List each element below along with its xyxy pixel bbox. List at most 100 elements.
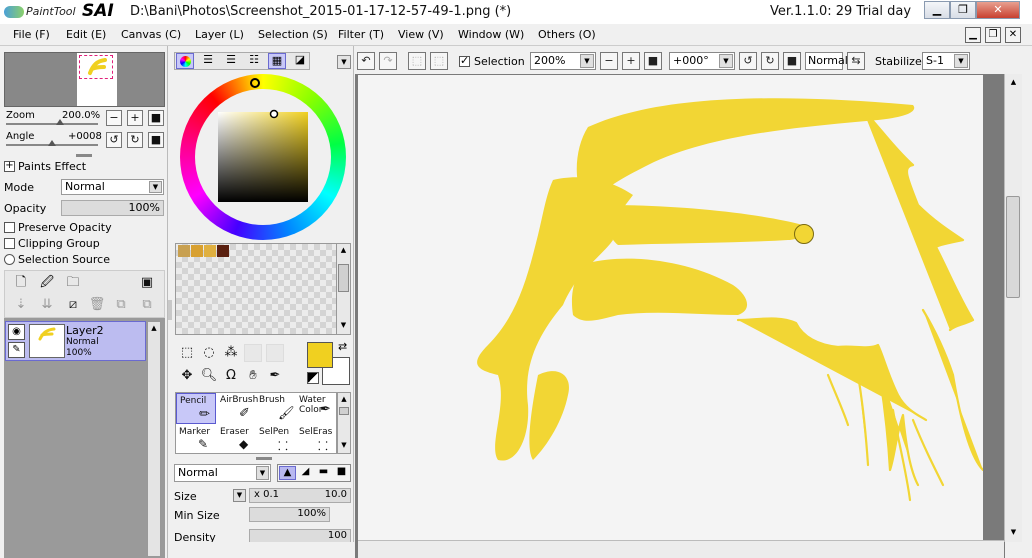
- color-wheel-mode-icon[interactable]: [176, 53, 194, 69]
- canvas-vertical-scroll-thumb[interactable]: [1006, 196, 1020, 298]
- canvas-horizontal-scrollbar[interactable]: [358, 540, 1004, 558]
- flip-horizontal-button[interactable]: ⇆: [847, 52, 865, 70]
- brush-shape-flat-icon[interactable]: ▬: [315, 466, 332, 480]
- rotate-left-button[interactable]: ↺: [739, 52, 757, 70]
- hand-icon[interactable]: ✋︎: [244, 367, 262, 385]
- scroll-up-icon[interactable]: ▲: [149, 323, 159, 333]
- zoom-slider-thumb[interactable]: [56, 119, 64, 125]
- magic-wand-icon[interactable]: ⁂: [222, 344, 240, 362]
- brush-shape-square-icon[interactable]: ■: [333, 466, 350, 480]
- navigator-preview[interactable]: [4, 52, 165, 107]
- tool-grid-scrollbar[interactable]: ▲ ▼: [337, 392, 351, 454]
- swatch-2[interactable]: [191, 245, 203, 257]
- swap-colors-icon[interactable]: ⇄: [338, 340, 347, 353]
- rgb-slider-icon[interactable]: ☰: [199, 53, 217, 69]
- size-multiplier-dropdown[interactable]: ▼: [233, 489, 246, 502]
- zoom-reset-button[interactable]: ■: [644, 52, 662, 70]
- brush-shape-round-icon[interactable]: ◢: [297, 466, 314, 480]
- canvas-vertical-scrollbar[interactable]: ▲ ▼: [1004, 74, 1022, 542]
- menu-layer[interactable]: Layer (L): [195, 28, 244, 41]
- scroll-down-icon[interactable]: ▼: [1007, 526, 1020, 538]
- zoom-reset-button[interactable]: ■: [148, 110, 164, 126]
- new-layer-icon[interactable]: 🗋: [12, 274, 30, 292]
- menu-others[interactable]: Others (O): [538, 28, 596, 41]
- scroll-down-icon[interactable]: ▼: [339, 440, 349, 450]
- zoom-icon[interactable]: 🔍︎: [200, 367, 218, 385]
- pencil-icon[interactable]: ✎: [8, 342, 25, 358]
- rotate-reset-button[interactable]: ■: [148, 132, 164, 148]
- menu-file[interactable]: File (F): [13, 28, 50, 41]
- deselect-button[interactable]: ⬚: [408, 52, 426, 70]
- menu-view[interactable]: View (V): [398, 28, 444, 41]
- undo-button[interactable]: ↶: [357, 52, 375, 70]
- scroll-thumb[interactable]: [339, 407, 349, 415]
- size-slider[interactable]: x 0.1 10.0: [249, 488, 351, 503]
- zoom-in-button[interactable]: +: [622, 52, 640, 70]
- rotate-right-button[interactable]: ↻: [127, 132, 143, 148]
- zoom-out-button[interactable]: −: [106, 110, 122, 126]
- menu-edit[interactable]: Edit (E): [66, 28, 106, 41]
- zoom-out-button[interactable]: −: [600, 52, 618, 70]
- color-wheel[interactable]: [180, 74, 346, 240]
- angle-slider-thumb[interactable]: [48, 140, 56, 146]
- stabilizer-select[interactable]: S-1 ▼: [922, 52, 970, 70]
- scroll-up-icon[interactable]: ▲: [1007, 76, 1020, 88]
- mask-icon[interactable]: ▣: [138, 274, 156, 292]
- swatches-icon[interactable]: ▦: [268, 53, 286, 69]
- opacity-slider[interactable]: 100%: [61, 200, 164, 216]
- brush-shape-sharp-icon[interactable]: ▲: [279, 466, 296, 480]
- clipping-group-checkbox[interactable]: [4, 238, 15, 249]
- swatch-1[interactable]: [178, 245, 190, 257]
- menu-window[interactable]: Window (W): [458, 28, 524, 41]
- delete-layer-icon[interactable]: 🗑: [88, 296, 106, 314]
- brush-blend-select[interactable]: Normal ▼: [174, 464, 271, 482]
- menu-filter[interactable]: Filter (T): [338, 28, 384, 41]
- foreground-color[interactable]: [307, 342, 333, 368]
- expand-icon[interactable]: +: [4, 161, 15, 172]
- lasso-icon[interactable]: ◌: [200, 344, 218, 362]
- maximize-button[interactable]: ❐: [950, 1, 976, 19]
- tool-marker[interactable]: Marker ✎: [176, 425, 216, 456]
- merge-visible-icon[interactable]: ⧉: [138, 296, 156, 314]
- eyedropper-icon[interactable]: ✒: [266, 367, 284, 385]
- tool-watercolor[interactable]: Water Color ✒: [296, 393, 336, 424]
- tool-seleras[interactable]: SelEras ⸬: [296, 425, 336, 456]
- mdi-minimize-button[interactable]: ▁: [965, 27, 981, 43]
- panel-splitter[interactable]: [76, 154, 92, 157]
- min-size-slider[interactable]: 100%: [249, 507, 330, 522]
- mixer-icon[interactable]: ☷: [245, 53, 263, 69]
- invert-selection-button[interactable]: ⬚: [430, 52, 448, 70]
- redo-button[interactable]: ↷: [379, 52, 397, 70]
- swatch-panel[interactable]: ▲ ▼: [175, 243, 351, 335]
- move-icon[interactable]: ✥: [178, 367, 196, 385]
- angle-select[interactable]: +000° ▼: [669, 52, 735, 70]
- tool-selpen[interactable]: SelPen ⸬: [256, 425, 296, 456]
- panel-splitter[interactable]: [168, 300, 172, 320]
- preserve-opacity-checkbox[interactable]: [4, 222, 15, 233]
- layer-list-scrollbar[interactable]: ▲: [147, 321, 161, 557]
- tool-brush[interactable]: Brush 🖌︎: [256, 393, 296, 424]
- default-colors-icon[interactable]: [307, 372, 319, 384]
- hsv-slider-icon[interactable]: ☰: [222, 53, 240, 69]
- tool-eraser[interactable]: Eraser ◆: [217, 425, 257, 456]
- mdi-close-button[interactable]: ✕: [1005, 27, 1021, 43]
- scroll-up-icon[interactable]: ▲: [339, 394, 349, 404]
- selection-checkbox[interactable]: ✓: [459, 54, 470, 67]
- scroll-up-icon[interactable]: ▲: [338, 245, 349, 256]
- rotate-reset-button[interactable]: ■: [783, 52, 801, 70]
- new-linework-layer-icon[interactable]: 🖉: [38, 274, 56, 292]
- rotate-right-button[interactable]: ↻: [761, 52, 779, 70]
- rotate-icon[interactable]: Ω: [222, 367, 240, 385]
- minimize-button[interactable]: ▁: [924, 1, 950, 19]
- swatch-3[interactable]: [204, 245, 216, 257]
- swatch-scrollbar[interactable]: ▲ ▼: [336, 244, 350, 334]
- merge-down-icon[interactable]: ⇊: [38, 296, 56, 314]
- canvas-blend-mode-button[interactable]: Normal: [805, 52, 848, 70]
- clear-layer-icon[interactable]: ⧄: [64, 296, 82, 314]
- layer-mode-select[interactable]: Normal ▼: [61, 179, 164, 195]
- tool-pencil[interactable]: Pencil ✏: [176, 393, 216, 424]
- menu-selection[interactable]: Selection (S): [258, 28, 328, 41]
- rect-select-icon[interactable]: ⬚: [178, 344, 196, 362]
- layer-row[interactable]: ◉ ✎ Layer2 Normal 100%: [5, 321, 146, 361]
- menu-canvas[interactable]: Canvas (C): [121, 28, 181, 41]
